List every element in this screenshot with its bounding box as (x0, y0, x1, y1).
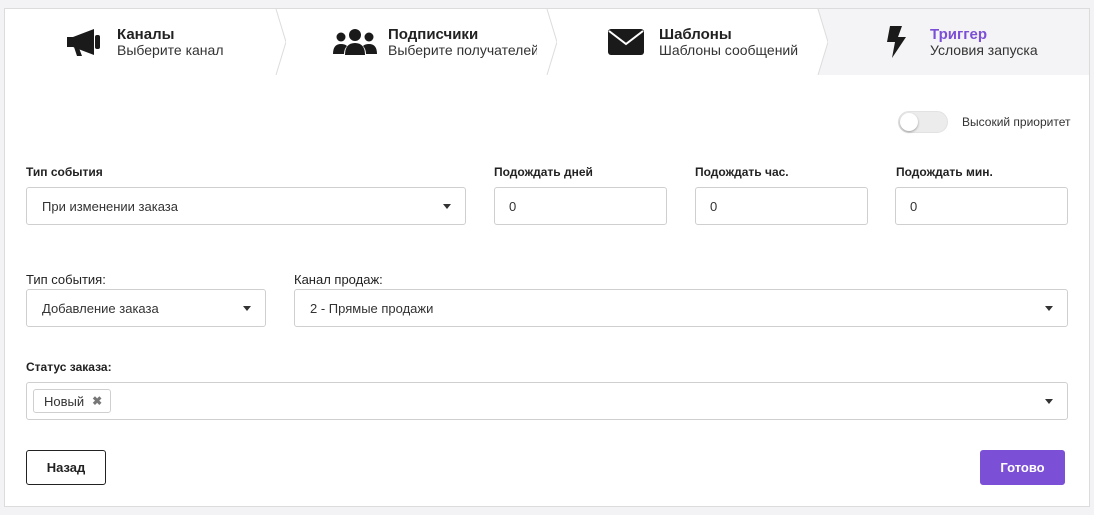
lightning-icon (874, 23, 920, 61)
step-channels[interactable]: Каналы Выберите канал (5, 9, 286, 75)
step-trigger[interactable]: Триггер Условия запуска (818, 9, 1089, 75)
event-type-select[interactable]: При изменении заказа (26, 187, 466, 225)
caret-down-icon (1045, 306, 1053, 311)
sales-channel-label: Канал продаж: (294, 272, 383, 287)
caret-down-icon (243, 306, 251, 311)
wait-minutes-value: 0 (910, 198, 918, 214)
event-type-label: Тип события (26, 165, 103, 179)
wait-hours-input[interactable]: 0 (695, 187, 868, 225)
step-subtitle: Шаблоны сообщений (659, 42, 799, 58)
sales-channel-select[interactable]: 2 - Прямые продажи (294, 289, 1068, 327)
caret-down-icon (1045, 399, 1053, 404)
back-button[interactable]: Назад (26, 450, 106, 485)
step-divider (537, 9, 557, 75)
users-icon (332, 23, 378, 61)
wait-days-label: Подождать дней (494, 165, 593, 179)
trigger-card: Каналы Выберите канал Подписчики Выберит… (4, 8, 1090, 507)
step-subtitle: Выберите получателей (388, 42, 539, 58)
envelope-icon (603, 23, 649, 61)
sub-event-type-label: Тип события: (26, 272, 106, 287)
order-status-multiselect[interactable]: Новый ✖ (26, 382, 1068, 420)
priority-toggle[interactable] (898, 111, 948, 133)
done-button[interactable]: Готово (980, 450, 1065, 485)
step-divider (808, 9, 828, 75)
step-subtitle: Выберите канал (117, 42, 224, 58)
status-chip[interactable]: Новый ✖ (33, 389, 112, 413)
wait-days-value: 0 (509, 198, 517, 214)
status-chip-label: Новый (44, 393, 85, 409)
remove-icon[interactable]: ✖ (92, 394, 102, 408)
wait-minutes-label: Подождать мин. (896, 165, 993, 179)
toggle-knob (900, 113, 918, 131)
caret-down-icon (443, 204, 451, 209)
wait-hours-label: Подождать час. (695, 165, 789, 179)
megaphone-icon (61, 23, 107, 61)
step-title: Каналы (117, 26, 175, 43)
event-type-value: При изменении заказа (42, 198, 178, 214)
priority-label: Высокий приоритет (962, 115, 1071, 129)
wait-days-input[interactable]: 0 (494, 187, 667, 225)
step-divider (266, 9, 286, 75)
step-title: Подписчики (388, 26, 479, 43)
step-title: Шаблоны (659, 26, 732, 43)
wizard-steps: Каналы Выберите канал Подписчики Выберит… (5, 9, 1089, 75)
step-subscribers[interactable]: Подписчики Выберите получателей (276, 9, 557, 75)
sales-channel-value: 2 - Прямые продажи (310, 300, 434, 316)
sub-event-type-select[interactable]: Добавление заказа (26, 289, 266, 327)
sub-event-type-value: Добавление заказа (42, 300, 159, 316)
step-templates[interactable]: Шаблоны Шаблоны сообщений (547, 9, 828, 75)
wait-hours-value: 0 (710, 198, 718, 214)
wait-minutes-input[interactable]: 0 (895, 187, 1068, 225)
step-subtitle: Условия запуска (930, 42, 1038, 58)
step-title: Триггер (930, 26, 987, 43)
order-status-label: Статус заказа: (26, 360, 112, 374)
